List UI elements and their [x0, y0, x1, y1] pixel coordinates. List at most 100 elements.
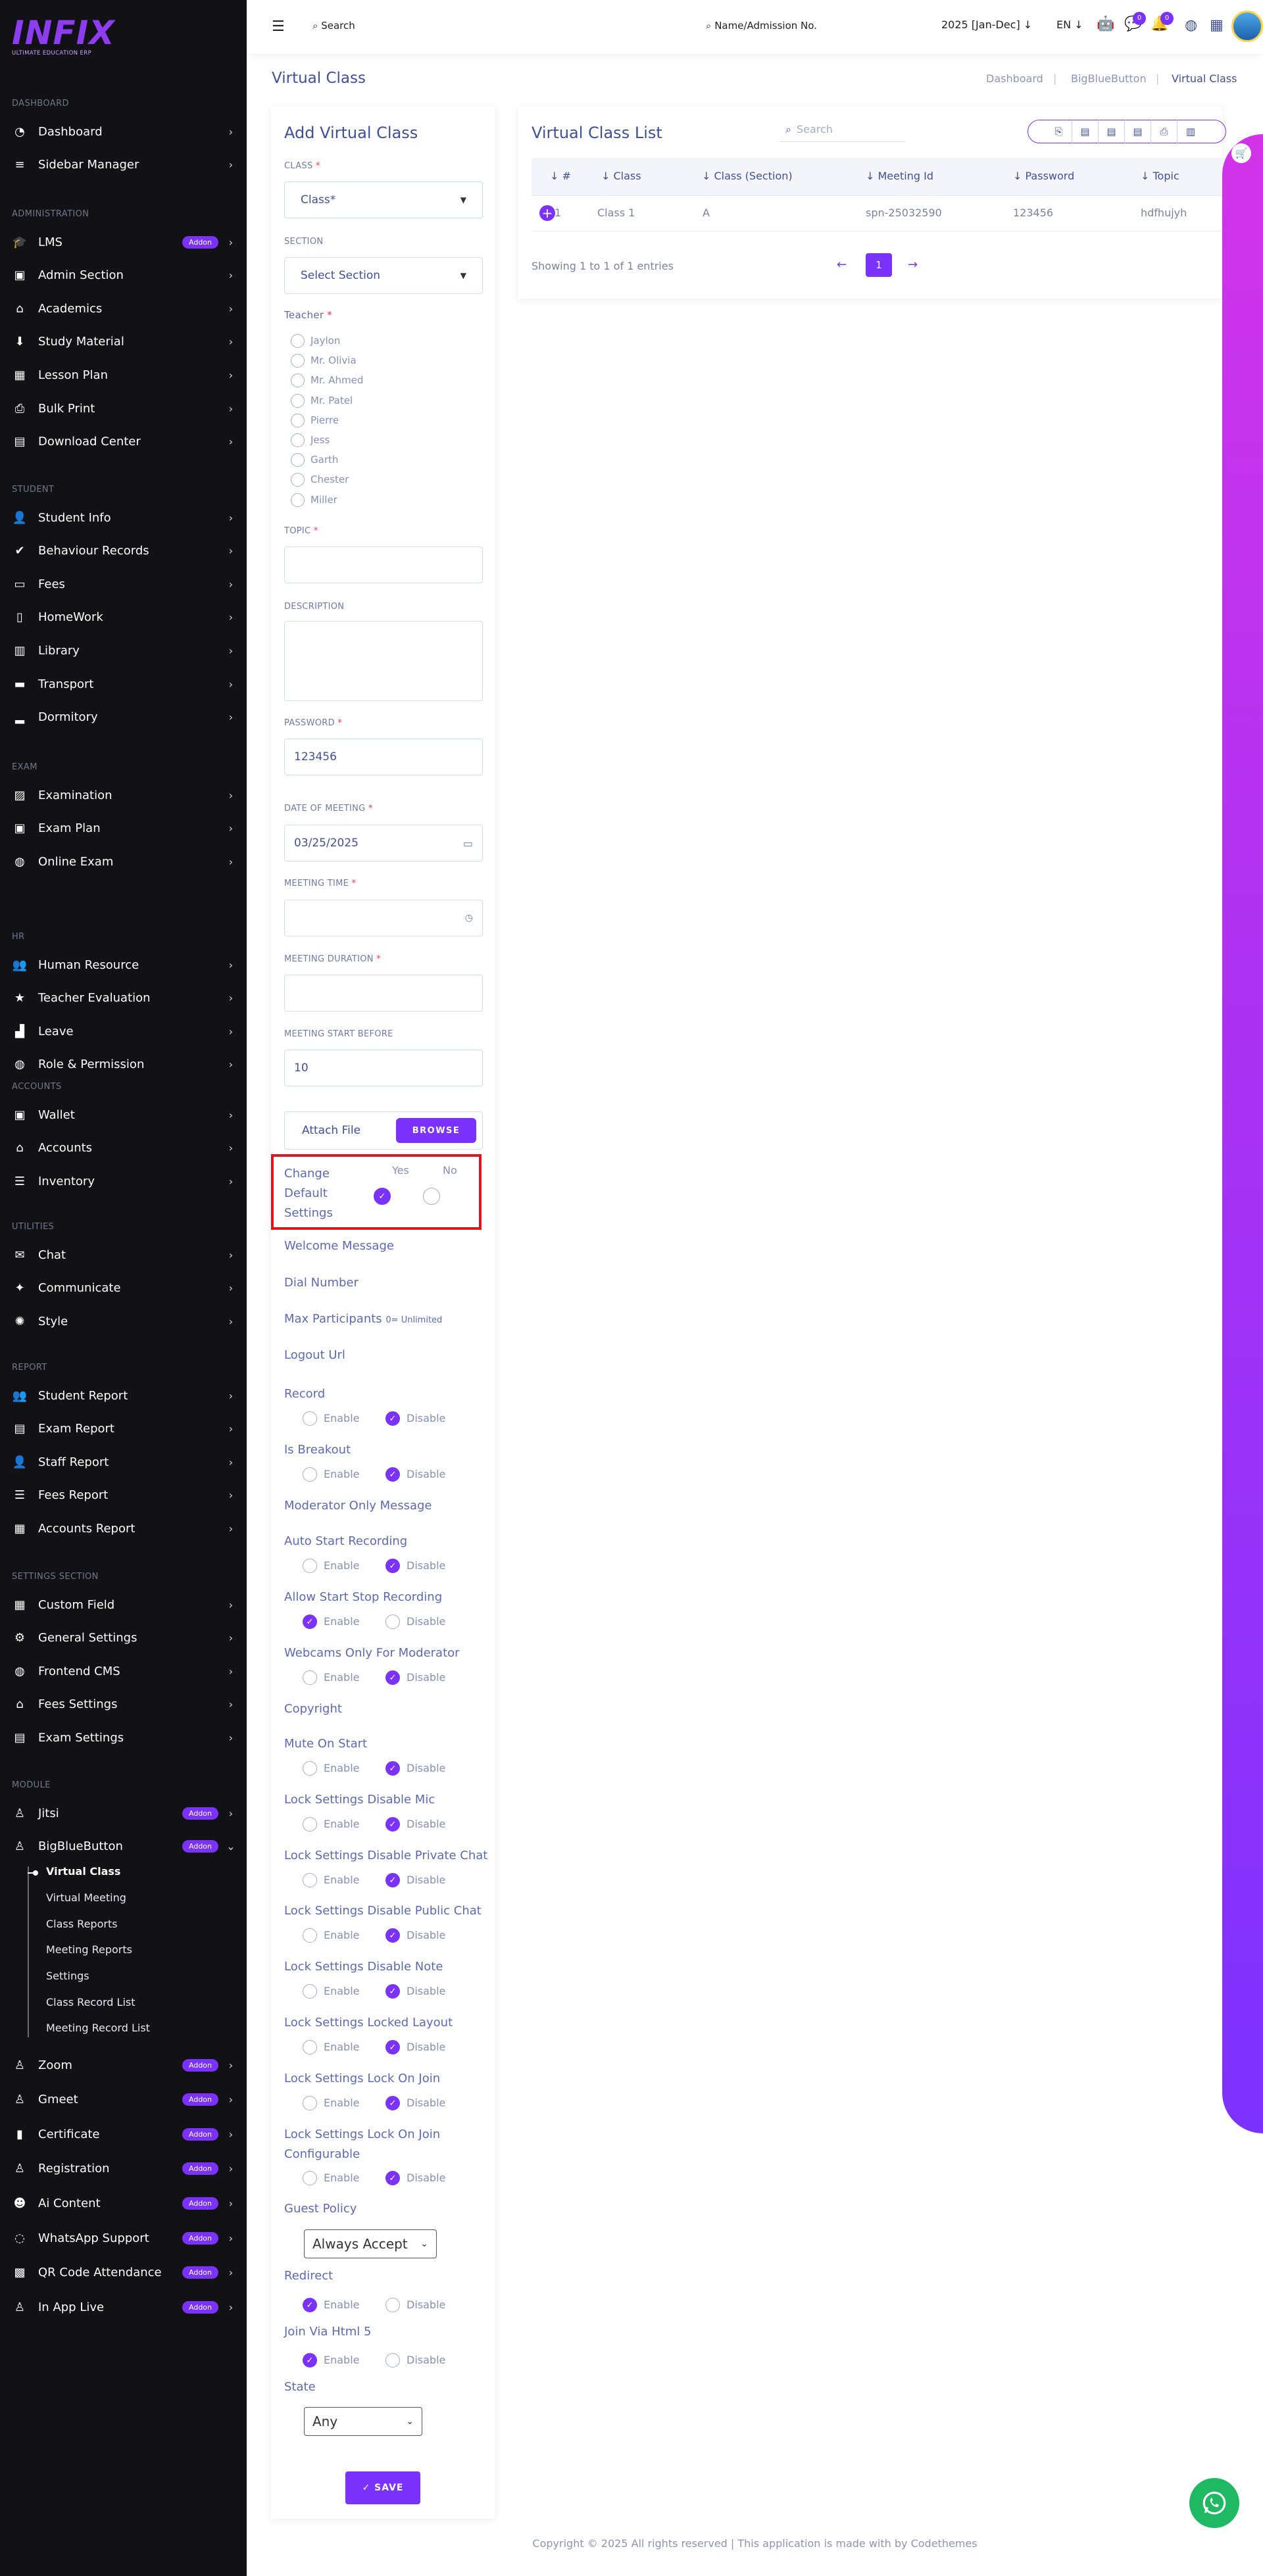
sidebar-item-examination[interactable]: ▨ Examination › [12, 782, 235, 808]
column-header[interactable]: ↓ Class [601, 170, 641, 182]
lock-settings-disable-mic-disable-radio[interactable]: ✓ [385, 1817, 400, 1832]
list-search-input[interactable]: ⌕ Search [780, 117, 905, 142]
lock-settings-disable-public-chat-enable-radio[interactable] [303, 1928, 317, 1943]
sidebar-item-download-center[interactable]: ▤ Download Center › [12, 429, 235, 455]
robot-icon[interactable]: 🤖 [1097, 16, 1114, 32]
sidebar-item-exam-settings[interactable]: ▤ Exam Settings › [12, 1724, 235, 1751]
sidebar-item-whatsapp-support[interactable]: ◌ WhatsApp Support Addon › [12, 2225, 235, 2251]
sidebar-item-style[interactable]: ✺ Style › [12, 1308, 235, 1334]
sidebar-item-homework[interactable]: ▯ HomeWork › [12, 604, 235, 631]
submenu-item-class-record-list[interactable]: Class Record List [46, 1996, 136, 2008]
sidebar-item-chat[interactable]: ✉ Chat › [12, 1242, 235, 1268]
lock-settings-lock-on-join-disable-radio[interactable]: ✓ [385, 2096, 400, 2110]
next-page-icon[interactable]: → [908, 258, 918, 272]
sidebar-item-human-resource[interactable]: 👥 Human Resource › [12, 952, 235, 978]
sidebar-item-wallet[interactable]: ▣ Wallet › [12, 1102, 235, 1128]
cds-yes-radio[interactable]: ✓ [374, 1188, 391, 1205]
submenu-item-settings[interactable]: Settings [46, 1970, 89, 1982]
allow-start-stop-recording-disable-radio[interactable] [385, 1615, 400, 1629]
submenu-item-class-reports[interactable]: Class Reports [46, 1918, 118, 1930]
sidebar-item-certificate[interactable]: ▮ Certificate Addon › [12, 2121, 235, 2147]
sidebar-item-leave[interactable]: ▟ Leave › [12, 1018, 235, 1044]
auto-start-recording-disable-radio[interactable]: ✓ [385, 1559, 400, 1573]
is-breakout-disable-radio[interactable]: ✓ [385, 1467, 400, 1482]
webcams-only-for-moderator-enable-radio[interactable] [303, 1670, 317, 1685]
browse-button[interactable]: BROWSE [396, 1118, 476, 1143]
sidebar-item-bigbluebutton[interactable]: ♙ BigBlueButton Addon ⌄ [12, 1834, 235, 1860]
breadcrumb-dashboard[interactable]: Dashboard [986, 72, 1043, 85]
print-icon[interactable]: ⎙ [1151, 120, 1177, 143]
record-disable-radio[interactable]: ✓ [385, 1411, 400, 1426]
sidebar-item-in-app-live[interactable]: ♙ In App Live Addon › [12, 2294, 235, 2320]
excel-icon[interactable]: ▤ [1099, 120, 1125, 143]
mute-on-start-enable-radio[interactable] [303, 1761, 317, 1776]
name-search-box[interactable]: ⌕ Name/Admission No. [706, 20, 817, 32]
meeting-time-input[interactable]: ◷ [284, 900, 483, 936]
lock-settings-disable-note-enable-radio[interactable] [303, 1984, 317, 1999]
sidebar-item-behaviour-records[interactable]: ✔ Behaviour Records › [12, 538, 235, 564]
sidebar-item-jitsi[interactable]: ♙ Jitsi Addon › [12, 1800, 235, 1826]
sidebar-item-accounts-report[interactable]: ▦ Accounts Report › [12, 1515, 235, 1542]
cds-no-radio[interactable] [423, 1188, 440, 1205]
sidebar-item-student-info[interactable]: 👤 Student Info › [12, 504, 235, 531]
chart-icon[interactable]: ▦ [1210, 17, 1224, 34]
sidebar-item-exam-report[interactable]: ▤ Exam Report › [12, 1416, 235, 1442]
sidebar-item-fees-report[interactable]: ☰ Fees Report › [12, 1482, 235, 1509]
column-header[interactable]: ↓ Meeting Id [866, 170, 933, 182]
redirect-disable-radio[interactable] [385, 2298, 400, 2312]
pdf-icon[interactable]: ▤ [1125, 120, 1151, 143]
record-enable-radio[interactable] [303, 1411, 317, 1426]
sidebar-item-lesson-plan[interactable]: ▦ Lesson Plan › [12, 362, 235, 388]
sidebar-item-study-material[interactable]: ⬇ Study Material › [12, 329, 235, 355]
sidebar-item-sidebar-manager[interactable]: ≡ Sidebar Manager › [12, 152, 235, 178]
html5-disable-radio[interactable] [385, 2353, 400, 2368]
cart-icon[interactable]: 🛒 [1231, 143, 1251, 163]
lock-settings-locked-layout-disable-radio[interactable]: ✓ [385, 2040, 400, 2054]
sidebar-item-qr-code-attendance[interactable]: ▩ QR Code Attendance Addon › [12, 2260, 235, 2286]
sidebar-item-online-exam[interactable]: ◍ Online Exam › [12, 848, 235, 875]
breadcrumb-bigbluebutton[interactable]: BigBlueButton [1071, 72, 1147, 85]
sidebar-item-teacher-evaluation[interactable]: ★ Teacher Evaluation › [12, 985, 235, 1011]
teacher-radio[interactable] [291, 493, 305, 507]
expand-row-icon[interactable]: + [539, 205, 555, 221]
sidebar-item-gmeet[interactable]: ♙ Gmeet Addon › [12, 2087, 235, 2113]
column-header[interactable]: ↓ Class (Section) [702, 170, 793, 182]
search-box[interactable]: ⌕ Search [312, 20, 355, 32]
globe-icon[interactable]: ◍ [1185, 17, 1197, 34]
sidebar-item-transport[interactable]: ▬ Transport › [12, 671, 235, 697]
sidebar-item-admin-section[interactable]: ▣ Admin Section › [12, 262, 235, 289]
is-breakout-enable-radio[interactable] [303, 1467, 317, 1482]
auto-start-recording-enable-radio[interactable] [303, 1559, 317, 1573]
teacher-radio[interactable] [291, 433, 305, 447]
sidebar-item-lms[interactable]: 🎓 LMS Addon › [12, 229, 235, 255]
description-textarea[interactable] [284, 621, 483, 701]
sidebar-item-dashboard[interactable]: ◔ Dashboard › [12, 118, 235, 145]
whatsapp-chat-button[interactable] [1189, 2478, 1239, 2528]
duration-input[interactable] [284, 975, 483, 1011]
save-button[interactable]: ✓ SAVE [345, 2471, 420, 2504]
language-select[interactable]: EN ↓ [1056, 18, 1083, 31]
sidebar-item-communicate[interactable]: ✦ Communicate › [12, 1275, 235, 1301]
columns-icon[interactable]: ▥ [1177, 120, 1204, 143]
section-select[interactable]: Select Section ▼ [284, 257, 483, 294]
sidebar-item-fees-settings[interactable]: ⌂ Fees Settings › [12, 1691, 235, 1718]
menu-toggle-icon[interactable]: ☰ [272, 18, 285, 35]
teacher-radio[interactable] [291, 393, 305, 408]
copy-icon[interactable]: ⎘ [1046, 120, 1072, 143]
submenu-item-virtual-meeting[interactable]: Virtual Meeting [46, 1891, 126, 1904]
sidebar-item-general-settings[interactable]: ⚙ General Settings › [12, 1625, 235, 1651]
allow-start-stop-recording-enable-radio[interactable]: ✓ [303, 1615, 317, 1629]
html5-enable-radio[interactable]: ✓ [303, 2353, 317, 2368]
logo[interactable]: INFIX ULTIMATE EDUCATION ERP [12, 14, 114, 61]
sidebar-item-student-report[interactable]: 👥 Student Report › [12, 1382, 235, 1409]
submenu-item-meeting-record-list[interactable]: Meeting Record List [46, 2022, 150, 2034]
lock-settings-locked-layout-enable-radio[interactable] [303, 2040, 317, 2054]
sidebar-item-exam-plan[interactable]: ▣ Exam Plan › [12, 815, 235, 842]
sidebar-item-role-permission[interactable]: ◍ Role & Permission › [12, 1052, 235, 1078]
lock-settings-disable-private-chat-enable-radio[interactable] [303, 1873, 317, 1887]
sidebar-item-custom-field[interactable]: ▦ Custom Field › [12, 1592, 235, 1618]
session-select[interactable]: 2025 [Jan-Dec] ↓ [941, 18, 1032, 31]
sidebar-item-frontend-cms[interactable]: ◍ Frontend CMS › [12, 1658, 235, 1684]
sidebar-item-academics[interactable]: ⌂ Academics › [12, 295, 235, 322]
column-header[interactable]: ↓ # [550, 170, 571, 182]
